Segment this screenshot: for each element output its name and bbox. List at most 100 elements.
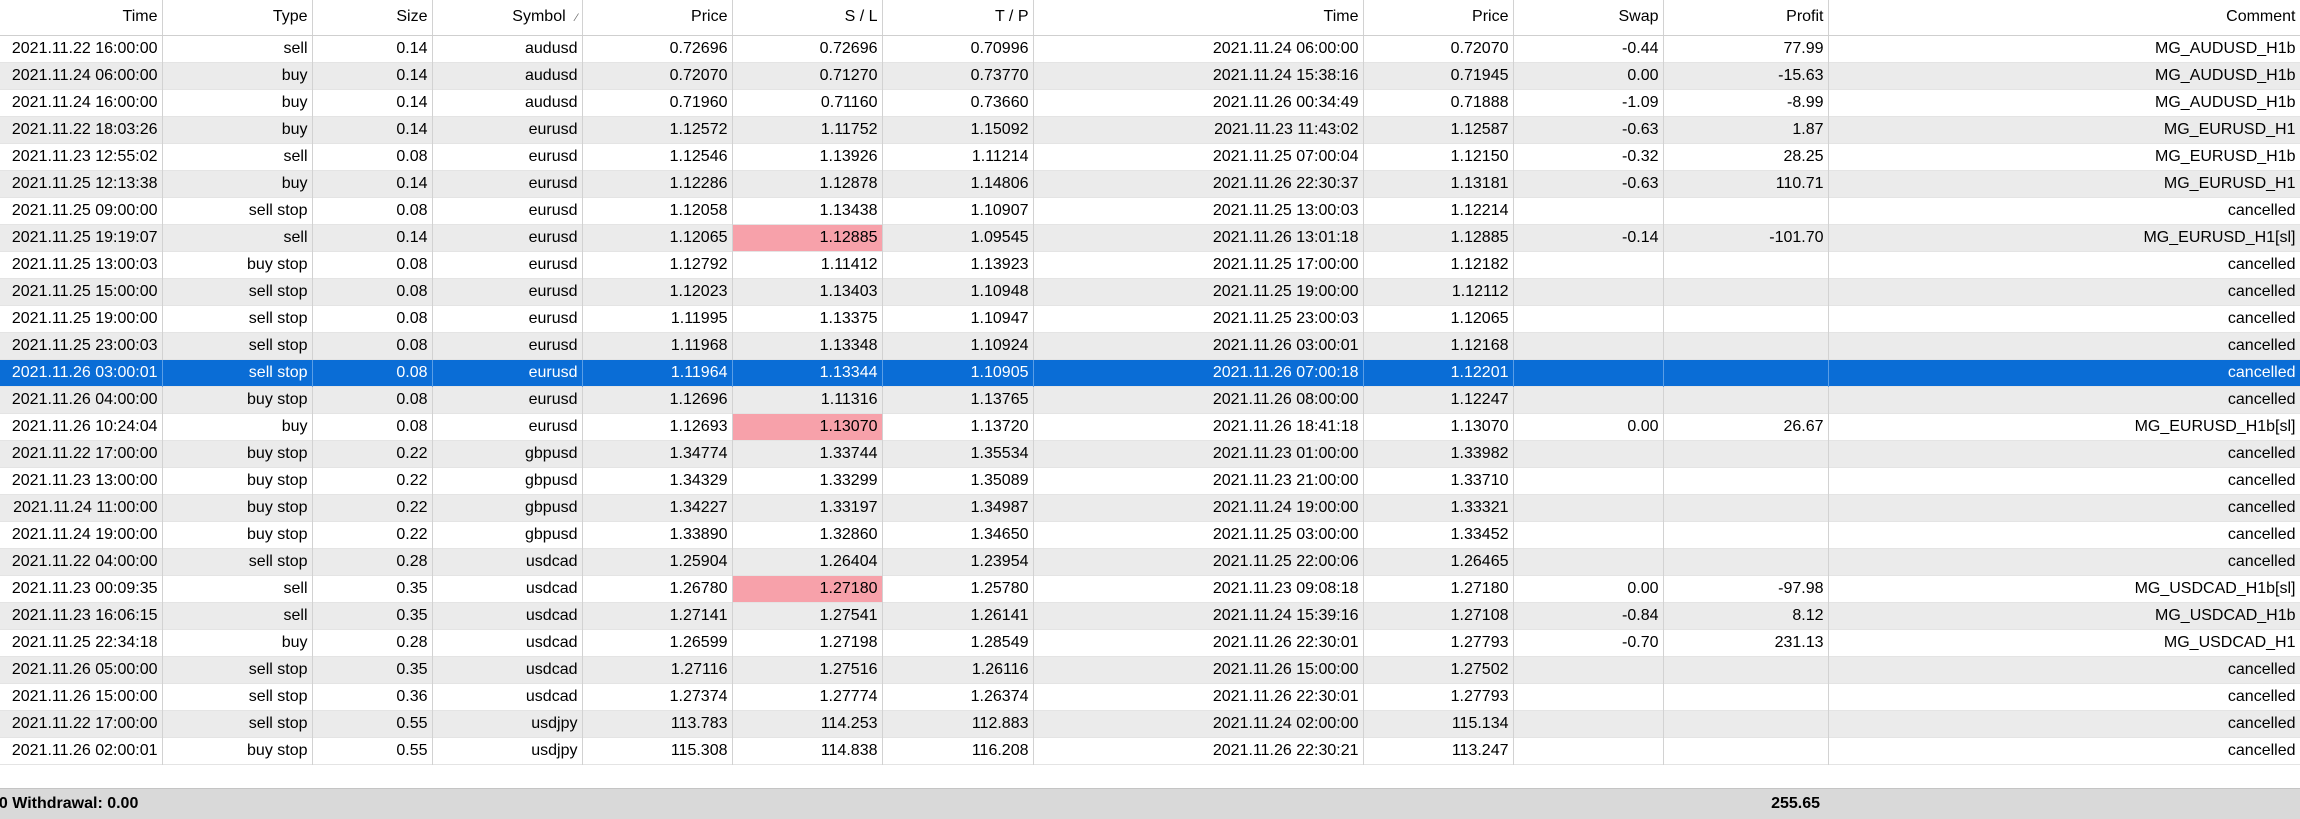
column-header-time[interactable]: Time	[0, 0, 163, 36]
cell-close-price: 1.33452	[1363, 521, 1514, 548]
cell-profit	[1663, 710, 1829, 737]
cell-sl: 0.72696	[732, 35, 883, 62]
cell-time: 2021.11.26 03:00:01	[0, 359, 163, 386]
cell-symbol: eurusd	[432, 224, 583, 251]
table-row[interactable]: 2021.11.26 04:00:00 buy stop 0.08 eurusd 1.1…	[0, 386, 2300, 413]
cell-comment: cancelled	[1828, 359, 2300, 386]
table-row[interactable]: 2021.11.25 13:00:03 buy stop 0.08 eurusd 1.1…	[0, 251, 2300, 278]
table-row[interactable]: 2021.11.23 00:09:35 sell 0.35 usdcad 1.26780…	[0, 575, 2300, 602]
cell-type: buy	[162, 116, 313, 143]
cell-close-price: 1.33321	[1363, 494, 1514, 521]
column-header-symbol[interactable]: Symbol ⁄	[432, 0, 583, 36]
table-row[interactable]: 2021.11.25 19:19:07 sell 0.14 eurusd 1.12065…	[0, 224, 2300, 251]
cell-tp: 1.10924	[882, 332, 1034, 359]
cell-sl: 1.27516	[732, 656, 883, 683]
cell-time: 2021.11.24 19:00:00	[0, 521, 163, 548]
cell-size: 0.08	[312, 359, 433, 386]
cell-tp: 1.14806	[882, 170, 1034, 197]
table-row[interactable]: 2021.11.26 02:00:01 buy stop 0.55 usdjpy 115…	[0, 737, 2300, 764]
table-row[interactable]: 2021.11.24 11:00:00 buy stop 0.22 gbpusd 1.3…	[0, 494, 2300, 521]
table-row[interactable]: 2021.11.26 10:24:04 buy 0.08 eurusd 1.12693 1…	[0, 413, 2300, 440]
cell-type: sell stop	[162, 656, 313, 683]
column-header-type[interactable]: Type	[162, 0, 313, 36]
column-header-sl[interactable]: S / L	[732, 0, 883, 36]
table-row[interactable]: 2021.11.24 06:00:00 buy 0.14 audusd 0.72070 0…	[0, 62, 2300, 89]
cell-profit	[1663, 278, 1829, 305]
cell-price: 1.26780	[582, 575, 733, 602]
table-row[interactable]: 2021.11.25 09:00:00 sell stop 0.08 eurusd 1.…	[0, 197, 2300, 224]
column-header-close-price[interactable]: Price	[1363, 0, 1514, 36]
cell-sl: 0.71270	[732, 62, 883, 89]
table-row[interactable]: 2021.11.23 16:06:15 sell 0.35 usdcad 1.27141…	[0, 602, 2300, 629]
table-row[interactable]: 2021.11.22 16:00:00 sell 0.14 audusd 0.72696…	[0, 35, 2300, 62]
cell-close-price: 0.71888	[1363, 89, 1514, 116]
cell-price: 1.12546	[582, 143, 733, 170]
cell-size: 0.28	[312, 629, 433, 656]
table-row[interactable]: 2021.11.23 12:55:02 sell 0.08 eurusd 1.12546…	[0, 143, 2300, 170]
cell-size: 0.28	[312, 548, 433, 575]
table-row[interactable]: 2021.11.25 23:00:03 sell stop 0.08 eurusd 1.…	[0, 332, 2300, 359]
cell-type: buy stop	[162, 494, 313, 521]
cell-tp: 1.23954	[882, 548, 1034, 575]
cell-tp: 1.34650	[882, 521, 1034, 548]
column-header-label: Comment	[2226, 8, 2296, 26]
cell-symbol: gbpusd	[432, 494, 583, 521]
column-header-comment[interactable]: Comment	[1828, 0, 2300, 36]
cell-sl: 1.13438	[732, 197, 883, 224]
cell-sl: 1.27180	[732, 575, 883, 602]
cell-comment: MG_EURUSD_H1b	[1828, 143, 2300, 170]
cell-tp: 116.208	[882, 737, 1034, 764]
cell-time: 2021.11.22 17:00:00	[0, 440, 163, 467]
table-row[interactable]: 2021.11.26 05:00:00 sell stop 0.35 usdcad 1.…	[0, 656, 2300, 683]
cell-swap: -0.32	[1513, 143, 1664, 170]
cell-price: 1.12058	[582, 197, 733, 224]
table-row[interactable]: 2021.11.25 22:34:18 buy 0.28 usdcad 1.26599 1…	[0, 629, 2300, 656]
cell-close-price: 1.33710	[1363, 467, 1514, 494]
column-header-price[interactable]: Price	[582, 0, 733, 36]
cell-symbol: audusd	[432, 62, 583, 89]
cell-close-time: 2021.11.23 11:43:02	[1033, 116, 1364, 143]
table-row[interactable]: 2021.11.22 18:03:26 buy 0.14 eurusd 1.12572 1…	[0, 116, 2300, 143]
cell-sl: 1.13926	[732, 143, 883, 170]
column-header-profit[interactable]: Profit	[1663, 0, 1829, 36]
cell-size: 0.08	[312, 251, 433, 278]
cell-price: 1.26599	[582, 629, 733, 656]
cell-time: 2021.11.26 05:00:00	[0, 656, 163, 683]
cell-profit: -8.99	[1663, 89, 1829, 116]
column-header-close-time[interactable]: Time	[1033, 0, 1364, 36]
table-row[interactable]: 2021.11.24 16:00:00 buy 0.14 audusd 0.71960 0…	[0, 89, 2300, 116]
table-row[interactable]: 2021.11.25 12:13:38 buy 0.14 eurusd 1.12286 1…	[0, 170, 2300, 197]
cell-swap: 0.00	[1513, 62, 1664, 89]
cell-tp: 1.13765	[882, 386, 1034, 413]
table-row[interactable]: 2021.11.25 15:00:00 sell stop 0.08 eurusd 1.…	[0, 278, 2300, 305]
cell-type: sell stop	[162, 305, 313, 332]
table-row[interactable]: 2021.11.24 19:00:00 buy stop 0.22 gbpusd 1.3…	[0, 521, 2300, 548]
cell-sl: 1.27774	[732, 683, 883, 710]
table-row[interactable]: 2021.11.26 03:00:01 sell stop 0.08 eurusd 1.…	[0, 359, 2300, 386]
column-header-swap[interactable]: Swap	[1513, 0, 1664, 36]
cell-price: 0.72070	[582, 62, 733, 89]
table-row[interactable]: 2021.11.26 15:00:00 sell stop 0.36 usdcad 1.…	[0, 683, 2300, 710]
cell-time: 2021.11.24 06:00:00	[0, 62, 163, 89]
cell-sl: 1.13070	[732, 413, 883, 440]
table-row[interactable]: 2021.11.22 17:00:00 sell stop 0.55 usdjpy 11…	[0, 710, 2300, 737]
cell-close-price: 113.247	[1363, 737, 1514, 764]
cell-sl: 1.33299	[732, 467, 883, 494]
cell-type: sell	[162, 224, 313, 251]
cell-close-time: 2021.11.26 00:34:49	[1033, 89, 1364, 116]
column-header-size[interactable]: Size	[312, 0, 433, 36]
cell-size: 0.08	[312, 413, 433, 440]
cell-comment: cancelled	[1828, 683, 2300, 710]
cell-close-time: 2021.11.24 19:00:00	[1033, 494, 1364, 521]
cell-sl: 1.11316	[732, 386, 883, 413]
cell-profit	[1663, 386, 1829, 413]
table-row[interactable]: 2021.11.22 04:00:00 sell stop 0.28 usdcad 1.…	[0, 548, 2300, 575]
cell-time: 2021.11.23 00:09:35	[0, 575, 163, 602]
column-header-tp[interactable]: T / P	[882, 0, 1034, 36]
table-row[interactable]: 2021.11.23 13:00:00 buy stop 0.22 gbpusd 1.3…	[0, 467, 2300, 494]
table-row[interactable]: 2021.11.22 17:00:00 buy stop 0.22 gbpusd 1.3…	[0, 440, 2300, 467]
cell-size: 0.14	[312, 116, 433, 143]
table-row[interactable]: 2021.11.25 19:00:00 sell stop 0.08 eurusd 1.…	[0, 305, 2300, 332]
cell-size: 0.22	[312, 494, 433, 521]
cell-symbol: eurusd	[432, 413, 583, 440]
